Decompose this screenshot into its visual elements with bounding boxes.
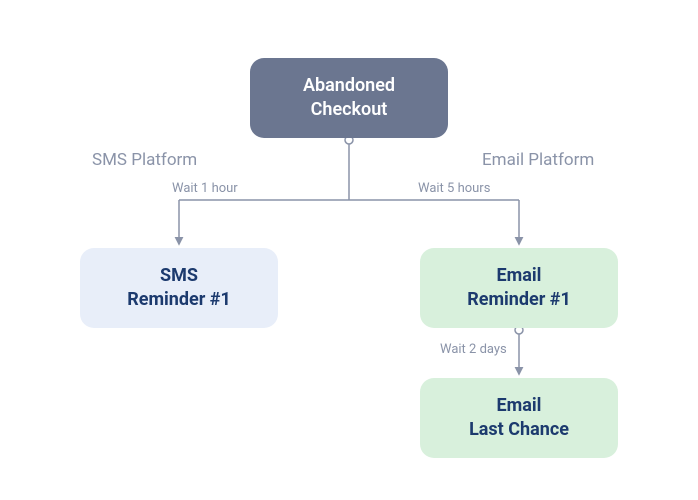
node-sms-reminder-1: SMS Reminder #1 bbox=[80, 248, 278, 328]
node-email2-line2: Last Chance bbox=[469, 418, 569, 442]
node-sms-line1: SMS bbox=[160, 264, 198, 288]
node-title-line1: Abandoned bbox=[303, 74, 395, 98]
label-sms-platform: SMS Platform bbox=[92, 150, 197, 170]
label-email-platform: Email Platform bbox=[482, 150, 594, 170]
node-email-reminder-1: Email Reminder #1 bbox=[420, 248, 618, 328]
node-sms-line2: Reminder #1 bbox=[127, 288, 231, 312]
node-abandoned-checkout: Abandoned Checkout bbox=[250, 58, 448, 138]
label-wait-2-days: Wait 2 days bbox=[440, 342, 507, 357]
node-email1-line2: Reminder #1 bbox=[467, 288, 571, 312]
label-wait-5-hours: Wait 5 hours bbox=[418, 181, 490, 196]
label-wait-1-hour: Wait 1 hour bbox=[172, 181, 238, 196]
node-title-line2: Checkout bbox=[311, 98, 388, 122]
node-email2-line1: Email bbox=[497, 394, 542, 418]
node-email-last-chance: Email Last Chance bbox=[420, 378, 618, 458]
node-email1-line1: Email bbox=[497, 264, 542, 288]
